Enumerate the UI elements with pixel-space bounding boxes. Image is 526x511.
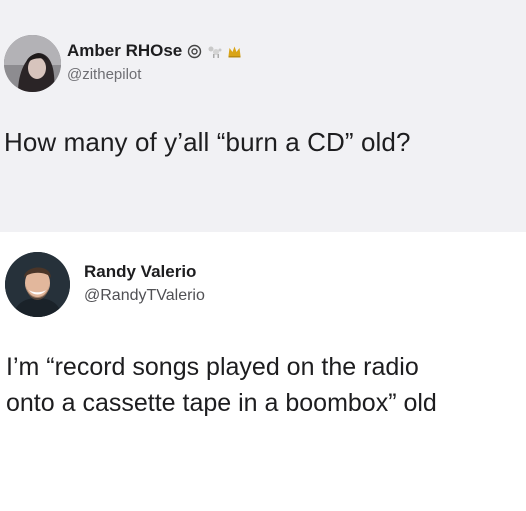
avatar-photo (4, 35, 61, 92)
author-name[interactable]: Randy Valerio (84, 262, 196, 282)
avatar-photo (5, 252, 70, 317)
author-name[interactable]: Amber RHOse (67, 41, 182, 61)
author-name-row: Amber RHOse (67, 41, 242, 61)
author-handle[interactable]: @zithepilot (67, 66, 141, 83)
screenshot-collage: Amber RHOse @zithepilot How many of y’al… (0, 0, 526, 511)
tweet-original[interactable]: Amber RHOse @zithepilot How many of y’al… (0, 0, 526, 232)
tweet-text-line: I’m “record songs played on the radio (6, 353, 419, 381)
tweet-text: I’m “record songs played on the radio on… (6, 349, 437, 421)
crown-icon (228, 46, 241, 57)
camera-icon (188, 44, 202, 58)
tweet-reply[interactable]: Randy Valerio @RandyTValerio I’m “record… (0, 232, 526, 511)
author-handle[interactable]: @RandyTValerio (84, 287, 205, 305)
avatar[interactable] (4, 35, 61, 92)
poodle-icon (208, 46, 222, 58)
avatar[interactable] (5, 252, 70, 317)
tweet-text: How many of y’all “burn a CD” old? (4, 127, 411, 157)
tweet-text-line: onto a cassette tape in a boombox” old (6, 389, 437, 417)
